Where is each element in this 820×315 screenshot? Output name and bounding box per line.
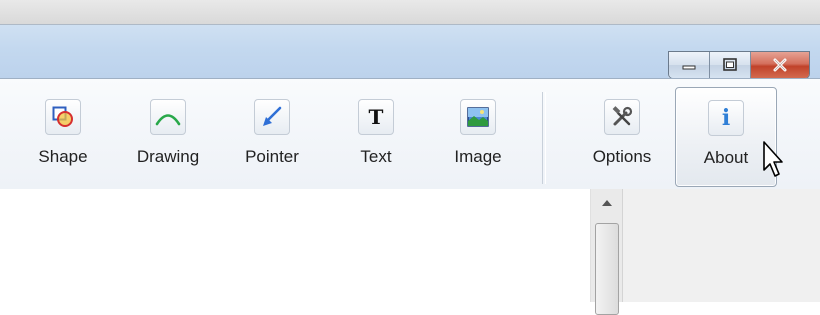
pointer-label: Pointer: [245, 147, 299, 166]
minimize-button[interactable]: [669, 52, 710, 78]
drawing-icon: [150, 99, 186, 135]
pointer-button[interactable]: Pointer: [236, 87, 308, 185]
shape-button[interactable]: Shape: [33, 87, 93, 185]
image-button[interactable]: Image: [448, 87, 508, 185]
about-icon-glyph: i: [721, 105, 731, 131]
scrollbar-thumb[interactable]: [595, 223, 619, 315]
drawing-label: Drawing: [136, 147, 200, 166]
image-label: Image: [454, 147, 502, 166]
shape-icon: [45, 99, 81, 135]
toolbar-separator: [542, 92, 546, 184]
maximize-icon: [723, 58, 737, 71]
image-icon: [460, 99, 496, 135]
shape-label: Shape: [38, 147, 88, 166]
pointer-icon: [254, 99, 290, 135]
options-button[interactable]: Options: [586, 87, 658, 185]
document-content-area[interactable]: [0, 189, 590, 302]
options-label: Options: [592, 147, 652, 166]
close-button[interactable]: [751, 52, 809, 78]
about-icon: i: [708, 100, 744, 136]
options-icon: [604, 99, 640, 135]
scroll-up-button[interactable]: [591, 189, 623, 217]
vertical-scrollbar[interactable]: [590, 189, 623, 315]
text-icon: T: [358, 99, 394, 135]
close-icon: [773, 58, 787, 72]
mouse-cursor-icon: [763, 141, 783, 177]
minimize-icon: [682, 65, 696, 70]
text-icon-glyph: T: [368, 105, 384, 129]
drawing-button[interactable]: Drawing: [129, 87, 207, 185]
maximize-button[interactable]: [710, 52, 751, 78]
text-label: Text: [360, 147, 392, 166]
text-button[interactable]: T Text: [354, 87, 398, 185]
side-panel: [622, 189, 820, 302]
desktop-background: [0, 0, 820, 24]
window-caption-buttons: [668, 51, 810, 79]
scroll-up-arrow-icon: [602, 200, 612, 206]
ribbon-toolbar: Shape Drawing Pointer T Text Image Optio…: [0, 78, 820, 190]
about-label: About: [703, 148, 749, 167]
window-title-bar[interactable]: [0, 24, 820, 79]
